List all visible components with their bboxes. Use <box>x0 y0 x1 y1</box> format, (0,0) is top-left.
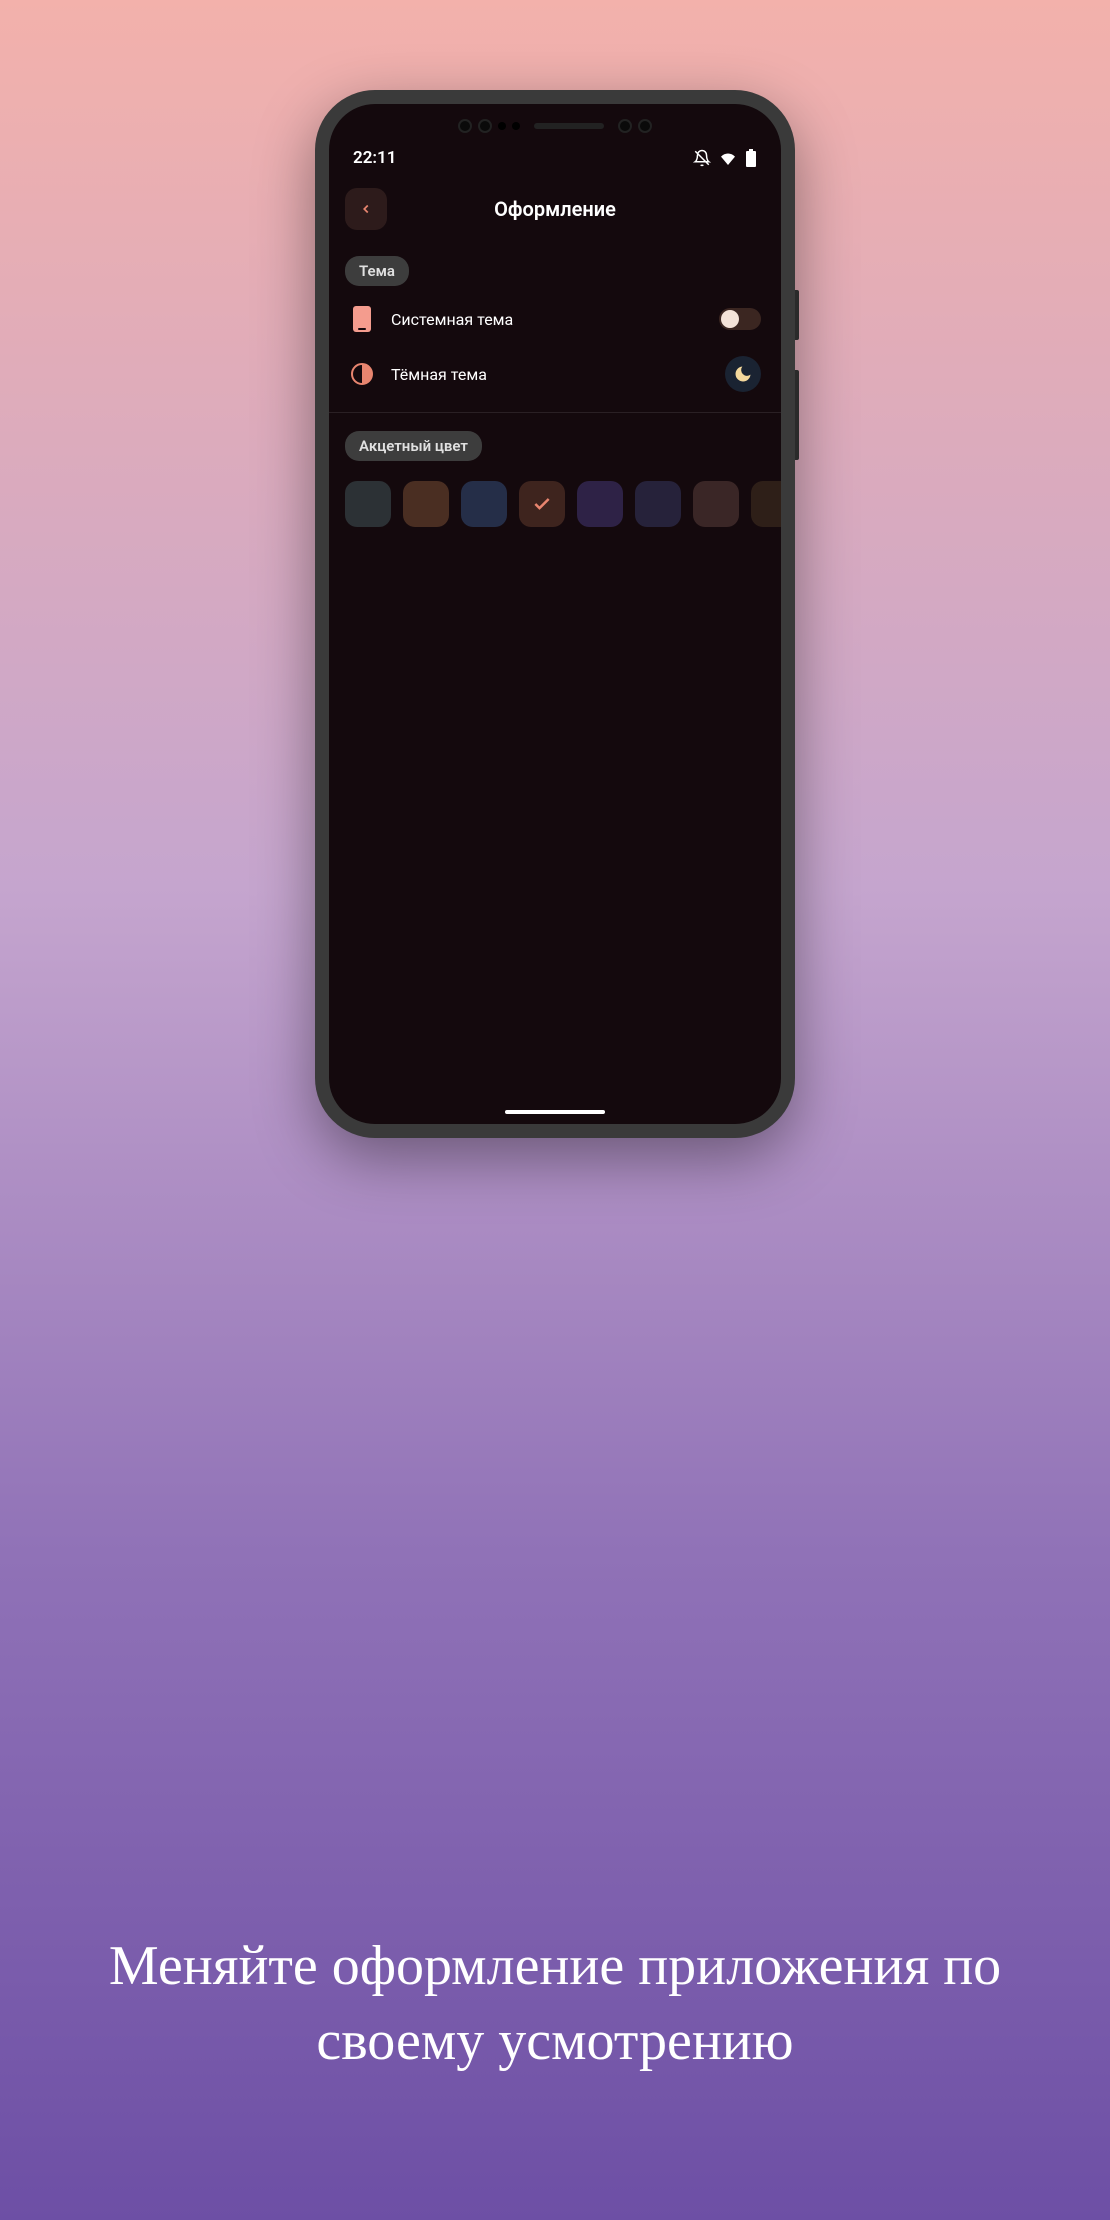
side-button <box>795 290 799 340</box>
notch <box>329 104 781 140</box>
divider <box>329 412 781 413</box>
device-icon <box>349 306 375 332</box>
back-button[interactable] <box>345 188 387 230</box>
moon-icon <box>733 364 753 384</box>
accent-color-swatch-6[interactable] <box>693 481 739 527</box>
contrast-icon <box>349 361 375 387</box>
bell-off-icon <box>693 149 711 167</box>
home-indicator[interactable] <box>505 1110 605 1114</box>
row-dark-theme[interactable]: Тёмная тема <box>329 344 781 404</box>
marketing-caption: Меняйте оформление приложения по своему … <box>0 1929 1110 2080</box>
header: Оформление <box>329 172 781 246</box>
dark-theme-indicator[interactable] <box>725 356 761 392</box>
accent-color-swatch-4[interactable] <box>577 481 623 527</box>
check-icon <box>532 494 552 514</box>
status-time: 22:11 <box>353 148 396 168</box>
row-system-theme[interactable]: Системная тема <box>329 294 781 344</box>
accent-color-swatch-2[interactable] <box>461 481 507 527</box>
side-button <box>795 370 799 460</box>
accent-color-swatch-7[interactable] <box>751 481 781 527</box>
status-bar: 22:11 <box>329 140 781 172</box>
row-system-theme-label: Системная тема <box>391 310 703 329</box>
accent-color-swatch-0[interactable] <box>345 481 391 527</box>
section-accent-label: Акцетный цвет <box>345 431 482 461</box>
wifi-icon <box>719 151 737 165</box>
accent-color-swatch-3[interactable] <box>519 481 565 527</box>
accent-color-swatch-1[interactable] <box>403 481 449 527</box>
row-dark-theme-label: Тёмная тема <box>391 365 709 384</box>
phone-frame: 22:11 <box>315 90 795 1138</box>
accent-color-swatch-5[interactable] <box>635 481 681 527</box>
system-theme-toggle[interactable] <box>719 308 761 330</box>
page-title: Оформление <box>494 197 616 221</box>
phone-screen: 22:11 <box>329 104 781 1124</box>
section-theme-label: Тема <box>345 256 409 286</box>
chevron-left-icon <box>359 202 373 216</box>
accent-color-row <box>329 469 781 539</box>
battery-icon <box>745 149 757 167</box>
